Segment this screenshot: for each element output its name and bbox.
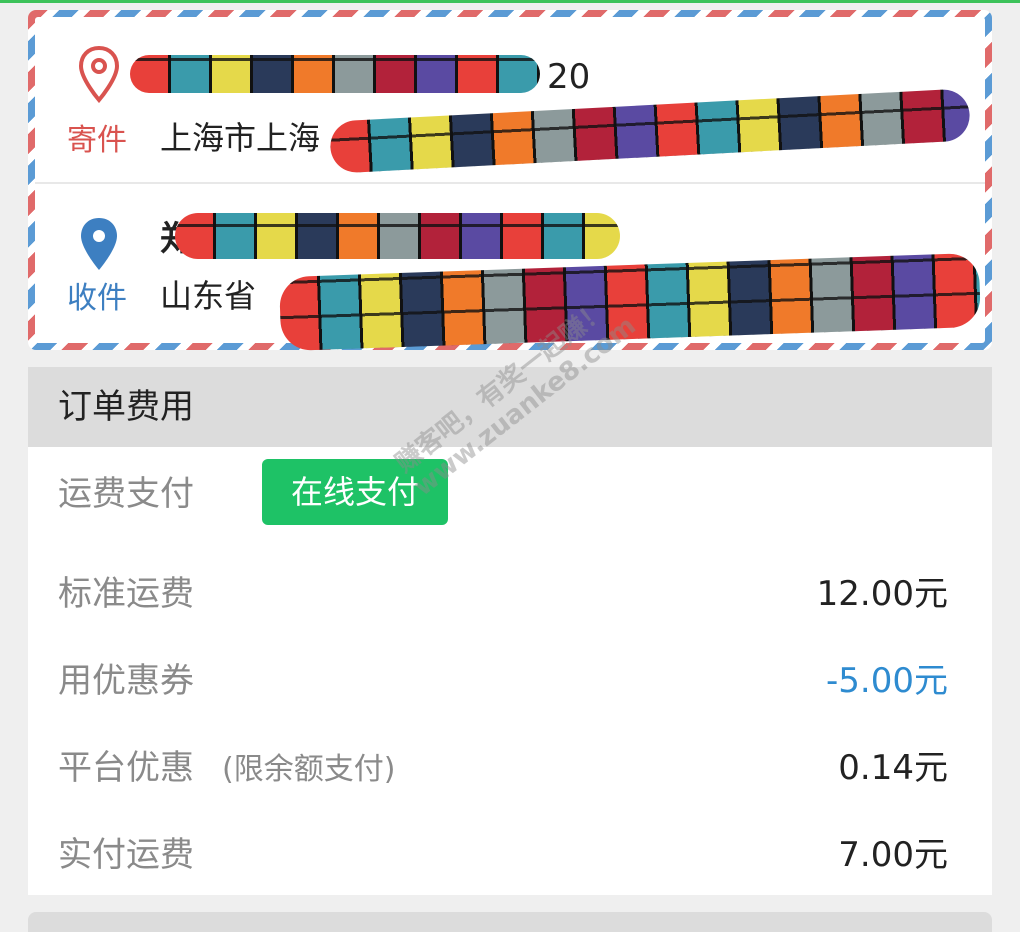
sender-name-phone: 20: [547, 57, 591, 97]
receiver-name-redaction: [175, 213, 620, 259]
fee-label: 平台优惠 (限余额支付): [58, 738, 395, 800]
receiver-tag: 收件: [67, 281, 127, 316]
location-pin-filled-icon: [81, 218, 117, 270]
fee-row-platform-discount: 平台优惠 (限余额支付) 0.14元: [58, 738, 948, 798]
fee-value: 12.00元: [816, 574, 948, 614]
sender-name-redaction: [130, 55, 540, 93]
receiver-row[interactable]: 收件 郑 山东省: [35, 185, 985, 352]
sender-address: 上海市上海: [160, 119, 321, 157]
sender-address-redaction: [329, 88, 971, 174]
fee-row-actual: 实付运费 7.00元: [58, 825, 948, 885]
coupon-discount-value: -5.00元: [826, 661, 948, 701]
fee-value: 0.14元: [838, 748, 948, 788]
top-accent-line: [0, 0, 1020, 3]
fee-label: 实付运费: [58, 835, 194, 875]
fee-row-coupon[interactable]: 用优惠券 -5.00元: [58, 651, 948, 711]
sender-row[interactable]: 寄件 20 上海市上海: [35, 17, 985, 182]
fee-label: 用优惠券: [58, 661, 194, 701]
fee-row-standard: 标准运费 12.00元: [58, 564, 948, 624]
next-section-edge: [28, 912, 992, 932]
address-card: 寄件 20 上海市上海 收件 郑 山东省: [28, 10, 992, 352]
fee-note: (限余额支付): [222, 752, 396, 787]
receiver-address: 山东省: [160, 277, 257, 315]
sender-tag: 寄件: [67, 123, 127, 158]
location-pin-outline-icon: [78, 45, 120, 103]
fee-label-text: 平台优惠: [58, 748, 194, 788]
payment-method-row: 运费支付 在线支付: [58, 459, 948, 525]
address-card-inner: 寄件 20 上海市上海 收件 郑 山东省: [35, 17, 985, 352]
payment-method-label: 运费支付: [58, 474, 194, 514]
address-divider: [35, 182, 985, 184]
fee-value: 7.00元: [838, 835, 948, 875]
order-fees-panel: 订单费用 运费支付 在线支付 标准运费 12.00元 用优惠券 -5.00元 平…: [28, 367, 992, 895]
fee-label: 标准运费: [58, 574, 194, 614]
